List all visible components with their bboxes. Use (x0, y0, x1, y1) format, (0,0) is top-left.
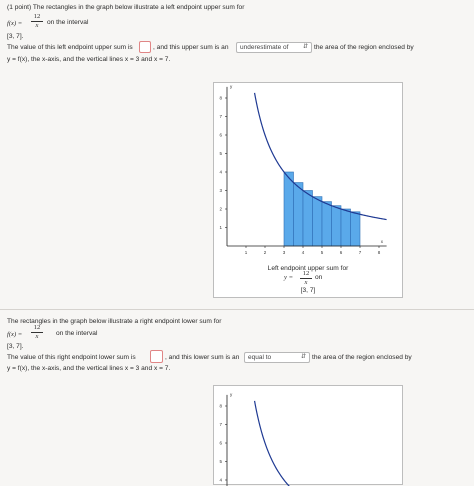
problem2-line2: y = f(x), the x-axis, and the vertical l… (7, 365, 171, 372)
x-tick-label: 2 (264, 250, 267, 255)
problem2-graph-frame: 4 5 6 7 8 y (213, 385, 403, 486)
problem1-estimate-select[interactable]: underestimate of ⇵ (236, 42, 312, 53)
section-divider (0, 309, 474, 310)
problem1-chart: 1 2 3 4 5 6 7 8 1 2 3 4 5 6 7 8 x y (219, 84, 387, 255)
problem1-graph-frame: 1234567812345678xy Left endpoint upper s… (213, 82, 403, 298)
graph1-caption-eq: y = (284, 274, 293, 281)
problem1-header: (1 point) The rectangles in the graph be… (7, 4, 245, 11)
problem2-chart: 4 5 6 7 8 y (219, 392, 290, 486)
riemann-rect (350, 211, 361, 247)
y-tick-label: 5 (219, 151, 222, 156)
problem2-estimate-select[interactable]: equal to ⇵ (244, 352, 310, 363)
problem2-fx-numerator: 12 (33, 324, 41, 331)
chevron-updown-icon: ⇵ (302, 44, 308, 50)
problem2-interval: [3, 7]. (7, 343, 24, 350)
problem1-fx-suffix: on the interval (47, 19, 89, 26)
problem1-interval: [3, 7]. (7, 33, 24, 40)
y-tick-label: 1 (219, 225, 222, 230)
y-tick-label: 6 (219, 441, 222, 446)
chevron-updown-icon: ⇵ (300, 354, 306, 360)
problem2-sentence-c: the area of the region enclosed by (312, 354, 412, 361)
y-tick-label: 3 (219, 188, 222, 193)
problem1-fx-denominator: x (35, 22, 39, 29)
graph1-caption-numerator: 12 (302, 270, 310, 277)
riemann-rect (321, 201, 332, 247)
problem1-answer-input[interactable] (139, 41, 151, 53)
x-tick-label: 4 (302, 250, 305, 255)
problem1-select-value: underestimate of (240, 44, 289, 51)
graph1-caption-on: on (315, 274, 323, 281)
problem1-line2: y = f(x), the x-axis, and the vertical l… (7, 56, 171, 63)
riemann-rect (340, 208, 351, 247)
x-axis-label: x (381, 239, 384, 244)
y-tick-label: 7 (219, 422, 222, 427)
riemann-rect (331, 205, 342, 247)
curve-y-equals-12-over-x (253, 92, 387, 221)
y-tick-label: 4 (219, 170, 222, 175)
x-tick-label: 3 (283, 250, 286, 255)
x-tick-label: 5 (321, 250, 324, 255)
problem2-fx-suffix: on the interval (56, 330, 98, 337)
problem2-sentence-a: The value of this right endpoint lower s… (7, 354, 136, 361)
y-tick-label: 4 (219, 478, 222, 483)
problem2-fx-denominator: x (35, 333, 39, 340)
y-tick-label: 8 (219, 96, 222, 101)
y-tick-label: 6 (219, 133, 222, 138)
problem2-select-value: equal to (248, 354, 272, 361)
curve-y-equals-12-over-x (253, 400, 290, 486)
graph1-caption-interval: [3, 7] (300, 287, 316, 294)
problem1-sentence-b: , and this upper sum is an (153, 44, 229, 51)
y-tick-label: 2 (219, 207, 222, 212)
y-axis-label: y (230, 392, 233, 397)
y-tick-label: 7 (219, 114, 222, 119)
y-axis-label: y (230, 84, 233, 89)
problem1-fx-lhs: f(x) = (7, 20, 23, 27)
problem2-answer-input[interactable] (150, 350, 163, 363)
riemann-rect (312, 196, 323, 247)
problem1-sentence-c: the area of the region enclosed by (314, 44, 414, 51)
problem1-fx-numerator: 12 (33, 13, 41, 20)
problem1-sentence-a: The value of this left endpoint upper su… (7, 44, 133, 51)
x-tick-label: 6 (340, 250, 343, 255)
graph1-caption-denominator: x (304, 279, 308, 286)
x-tick-label: 8 (378, 250, 381, 255)
riemann-rect (293, 182, 304, 247)
riemann-rect (283, 171, 294, 247)
x-tick-label: 1 (245, 250, 248, 255)
y-tick-label: 5 (219, 459, 222, 464)
y-tick-label: 8 (219, 404, 222, 409)
problem2-sentence-b: , and this lower sum is an (165, 354, 240, 361)
x-tick-label: 7 (359, 250, 362, 255)
riemann-rect (302, 190, 313, 247)
graph1-caption-y: y = (284, 274, 294, 281)
problem2-fx-lhs: f(x) = (7, 331, 23, 338)
